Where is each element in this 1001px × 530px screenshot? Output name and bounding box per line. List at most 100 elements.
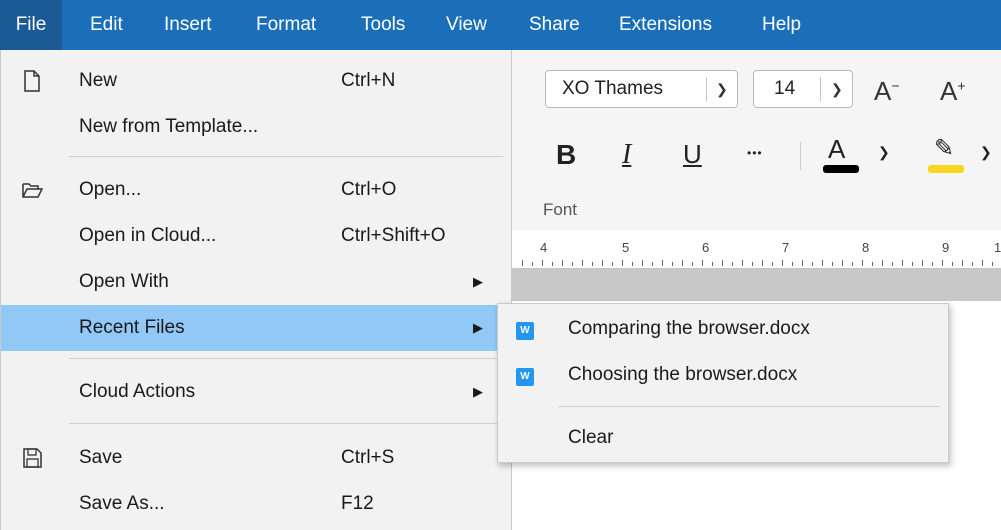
toolbar-divider (800, 142, 801, 170)
menu-item-label: Save (79, 447, 123, 468)
recent-file-item[interactable]: W Comparing the browser.docx (498, 306, 948, 352)
font-name-value: XO Thames (562, 78, 664, 99)
menu-item-cloud-actions[interactable]: Cloud Actions ▶ (1, 369, 512, 415)
ruler-tick (612, 262, 613, 266)
menu-item-label: New from Template... (79, 116, 259, 137)
ruler-tick (542, 260, 543, 266)
menu-item-label: Recent Files (79, 317, 185, 338)
highlight-color-swatch (928, 165, 964, 173)
menu-help[interactable]: Help (762, 0, 801, 50)
chevron-down-icon[interactable]: ❯ (980, 144, 992, 161)
ruler-tick (972, 262, 973, 266)
ruler-tick (522, 260, 523, 266)
ruler-tick (942, 260, 943, 266)
more-options-icon[interactable]: ••• (747, 146, 763, 160)
ruler-tick (892, 262, 893, 266)
menu-item-label: Save As... (79, 493, 165, 514)
menu-edit[interactable]: Edit (90, 0, 123, 50)
open-folder-icon (22, 183, 43, 198)
ruler-tick (852, 262, 853, 266)
ruler-number: 4 (540, 240, 548, 255)
ruler-tick (622, 260, 623, 266)
menu-item-new-from-template[interactable]: New from Template... (1, 104, 512, 150)
recent-files-submenu: W Comparing the browser.docx W Choosing … (497, 303, 949, 463)
ruler-tick (692, 262, 693, 266)
underline-button[interactable]: U (683, 139, 702, 170)
chevron-down-icon[interactable]: ❯ (878, 144, 890, 161)
ruler-tick (882, 260, 883, 266)
ruler-tick (672, 262, 673, 266)
ruler-number: 9 (942, 240, 950, 255)
menu-extensions[interactable]: Extensions (619, 0, 712, 50)
ruler-number: 6 (702, 240, 710, 255)
page-gap (512, 268, 1001, 301)
menu-tools[interactable]: Tools (361, 0, 405, 50)
bold-button[interactable]: B (556, 139, 576, 171)
menu-item-label: New (79, 70, 118, 91)
menu-item-open-in-cloud[interactable]: Open in Cloud... Ctrl+Shift+O (1, 213, 512, 259)
ruler-tick (712, 262, 713, 266)
menu-share[interactable]: Share (529, 0, 580, 50)
italic-button[interactable]: I (622, 139, 631, 171)
menu-separator (69, 358, 503, 359)
font-color-button[interactable]: A (828, 134, 845, 165)
recent-file-name: Comparing the browser.docx (568, 318, 810, 339)
menu-item-open[interactable]: Open... Ctrl+O (1, 167, 512, 213)
ruler-tick (932, 262, 933, 266)
ruler-tick (792, 262, 793, 266)
ruler-tick (902, 260, 903, 266)
increase-font-icon[interactable]: A+ (940, 76, 966, 107)
ruler-tick (982, 260, 983, 266)
ruler-tick (632, 262, 633, 266)
menu-item-shortcut: F12 (341, 493, 374, 514)
menu-insert[interactable]: Insert (164, 0, 212, 50)
chevron-down-icon[interactable]: ❯ (716, 71, 728, 107)
menu-bar: File Edit Insert Format Tools View Share… (0, 0, 1001, 50)
ruler-tick (832, 262, 833, 266)
clear-recent-button[interactable]: Clear (498, 415, 948, 461)
ruler-tick (772, 262, 773, 266)
ruler-tick (742, 260, 743, 266)
new-document-icon (24, 70, 40, 92)
ruler-tick (752, 262, 753, 266)
ruler-tick (822, 260, 823, 266)
decrease-font-icon[interactable]: A− (874, 76, 900, 107)
ruler-tick (582, 260, 583, 266)
font-name-combo[interactable]: XO Thames ❯ (545, 70, 738, 108)
ruler-tick (562, 260, 563, 266)
menu-separator (69, 156, 503, 157)
word-doc-icon: W (516, 368, 534, 386)
ruler-tick (762, 260, 763, 266)
menu-item-label: Open With (79, 271, 169, 292)
recent-file-item[interactable]: W Choosing the browser.docx (498, 352, 948, 398)
ruler-tick (872, 262, 873, 266)
menu-view[interactable]: View (446, 0, 487, 50)
save-floppy-icon (23, 448, 42, 468)
ruler-tick (552, 262, 553, 266)
menu-item-save-as[interactable]: Save As... F12 (1, 481, 512, 527)
menu-item-new[interactable]: New Ctrl+N (1, 58, 512, 104)
ruler-tick (532, 262, 533, 266)
clear-label: Clear (568, 427, 614, 448)
ruler-tick (702, 260, 703, 266)
ruler-tick (572, 262, 573, 266)
ruler-tick (652, 262, 653, 266)
ruler-tick (732, 262, 733, 266)
ruler-number: 5 (622, 240, 630, 255)
chevron-down-icon[interactable]: ❯ (831, 71, 843, 107)
font-size-combo[interactable]: 14 ❯ (753, 70, 853, 108)
font-color-swatch (823, 165, 859, 173)
menu-item-label: Cloud Actions (79, 381, 196, 402)
menu-item-recent-files[interactable]: Recent Files ▶ (1, 305, 512, 351)
menu-item-open-with[interactable]: Open With ▶ (1, 259, 512, 305)
highlight-pen-icon[interactable]: ✎ (934, 134, 954, 163)
recent-file-name: Choosing the browser.docx (568, 364, 798, 385)
menu-item-save[interactable]: Save Ctrl+S (1, 435, 512, 481)
ruler-tick (642, 260, 643, 266)
ruler-tick (782, 260, 783, 266)
ruler-tick (722, 260, 723, 266)
font-group-label: Font (543, 200, 578, 219)
menu-format[interactable]: Format (256, 0, 316, 50)
menu-file[interactable]: File (0, 0, 62, 50)
submenu-arrow-icon: ▶ (473, 320, 483, 335)
